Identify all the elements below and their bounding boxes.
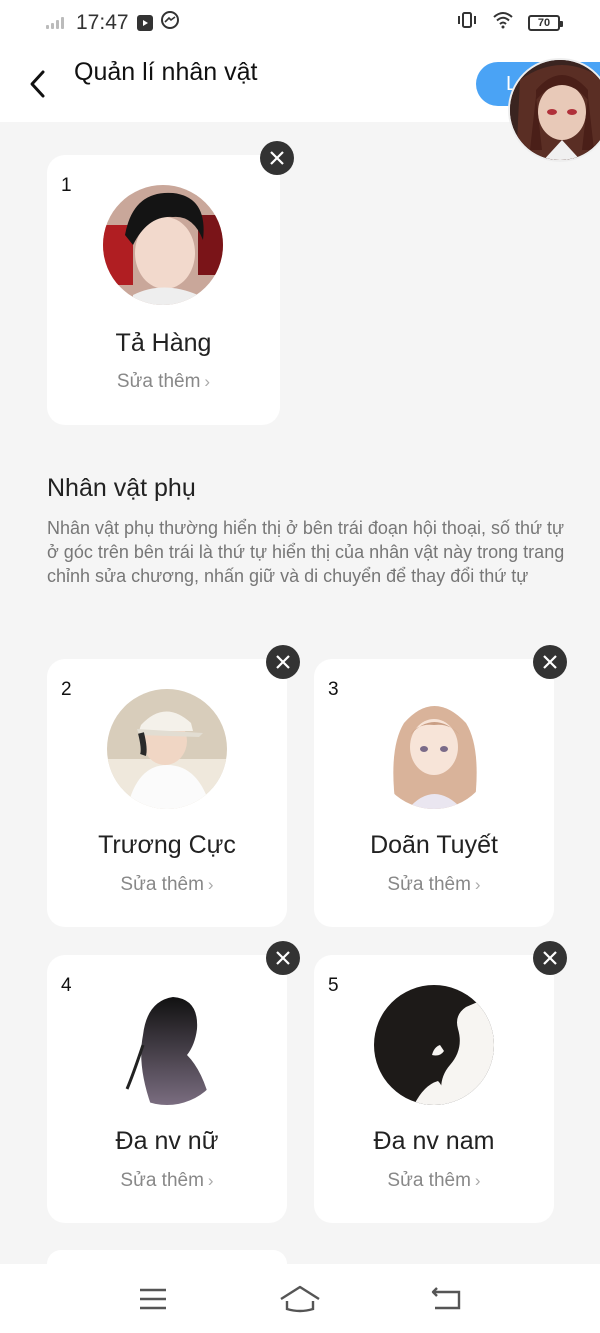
character-number: 1 xyxy=(61,175,72,196)
character-card[interactable]: 4 Đa nv nữ Sửa thêm › xyxy=(47,955,287,1223)
messenger-icon xyxy=(160,11,179,35)
remove-character-button[interactable] xyxy=(533,941,567,975)
edit-more-link[interactable]: Sửa thêm › xyxy=(314,874,554,896)
edit-more-link[interactable]: Sửa thêm › xyxy=(47,874,287,896)
home-icon xyxy=(280,1285,320,1312)
close-icon xyxy=(276,951,290,965)
character-name: Đa nv nam xyxy=(373,1127,495,1155)
character-number: 3 xyxy=(328,679,339,700)
chevron-right-icon: › xyxy=(204,372,211,391)
character-avatar xyxy=(374,985,494,1105)
remove-character-button[interactable] xyxy=(266,645,300,679)
close-icon xyxy=(270,151,284,165)
character-avatar xyxy=(103,185,223,305)
close-icon xyxy=(543,951,557,965)
edit-more-label: Sửa thêm xyxy=(120,874,204,895)
back-button[interactable] xyxy=(20,66,56,102)
back-nav-button[interactable] xyxy=(417,1274,477,1324)
remove-character-button[interactable] xyxy=(533,645,567,679)
character-number: 2 xyxy=(61,679,72,700)
character-number: 4 xyxy=(61,975,72,996)
status-left: 17:47 xyxy=(46,11,179,35)
remove-character-button[interactable] xyxy=(266,941,300,975)
chevron-right-icon: › xyxy=(474,875,481,894)
edit-more-link[interactable]: Sửa thêm › xyxy=(314,1170,554,1192)
section-description: Nhân vật phụ thường hiển thị ở bên trái … xyxy=(47,518,565,586)
main-character-card[interactable]: 1 Tả Hàng Sửa thêm › xyxy=(47,155,280,425)
status-time: 17:47 xyxy=(76,11,129,34)
youtube-icon xyxy=(136,15,153,31)
signal-icon xyxy=(46,17,64,29)
character-name: Tả Hàng xyxy=(115,329,212,357)
system-nav-bar xyxy=(0,1264,600,1333)
character-card[interactable]: 3 Doãn Tuyết Sửa thêm › xyxy=(314,659,554,927)
floating-avatar-bubble[interactable] xyxy=(508,58,600,162)
edit-more-label: Sửa thêm xyxy=(116,371,201,392)
status-right: 70 xyxy=(456,11,563,35)
menu-button[interactable] xyxy=(123,1274,183,1324)
character-card[interactable]: 2 Trương Cực Sửa thêm › xyxy=(47,659,287,927)
character-avatar xyxy=(107,985,227,1105)
edit-more-link[interactable]: Sửa thêm › xyxy=(47,371,280,393)
character-avatar xyxy=(107,689,227,809)
battery-icon: 70 xyxy=(528,15,563,31)
character-name: Doãn Tuyết xyxy=(370,831,498,859)
character-name: Trương Cực xyxy=(98,831,236,859)
close-icon xyxy=(543,655,557,669)
chevron-left-icon xyxy=(30,70,45,98)
character-number: 5 xyxy=(328,975,339,996)
status-bar: 17:47 70 xyxy=(0,0,600,46)
chevron-right-icon: › xyxy=(474,1171,481,1190)
home-button[interactable] xyxy=(270,1274,330,1324)
edit-more-label: Sửa thêm xyxy=(120,1170,204,1191)
edit-more-label: Sửa thêm xyxy=(387,1170,471,1191)
vibrate-icon xyxy=(456,11,478,35)
section-title: Nhân vật phụ xyxy=(47,474,196,502)
wifi-icon xyxy=(492,11,514,35)
character-card[interactable] xyxy=(47,1250,287,1264)
edit-more-link[interactable]: Sửa thêm › xyxy=(47,1170,287,1192)
character-name: Đa nv nữ xyxy=(115,1127,219,1155)
remove-character-button[interactable] xyxy=(260,141,294,175)
character-avatar xyxy=(374,689,494,809)
menu-icon xyxy=(140,1288,167,1309)
close-icon xyxy=(276,655,290,669)
chevron-right-icon: › xyxy=(207,1171,214,1190)
page-title: Quản lí nhân vật xyxy=(74,58,258,86)
character-card[interactable]: 5 Đa nv nam Sửa thêm › xyxy=(314,955,554,1223)
return-icon xyxy=(431,1286,460,1309)
chevron-right-icon: › xyxy=(207,875,214,894)
edit-more-label: Sửa thêm xyxy=(387,874,471,895)
